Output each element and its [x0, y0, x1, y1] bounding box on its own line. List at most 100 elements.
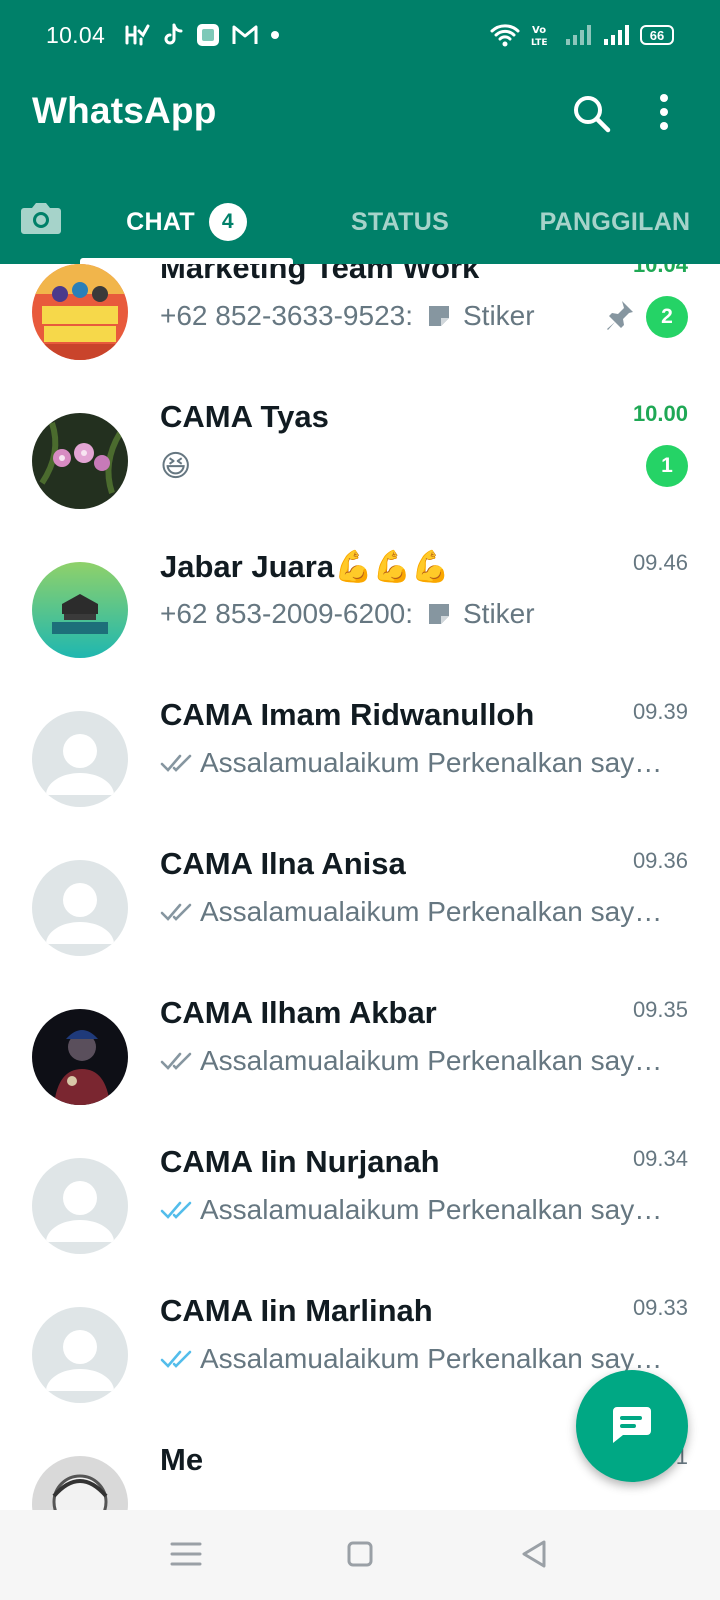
new-chat-button[interactable]: [576, 1370, 688, 1482]
preview-text: Assalamualaikum Perkenalkan saya...: [200, 747, 670, 778]
chat-time: 10.00: [632, 401, 688, 426]
chat-row[interactable]: Jabar Juara💪💪💪 09.46 +62 853-2009-6200: …: [0, 544, 720, 696]
home-icon[interactable]: [340, 1534, 380, 1574]
preview-sender: +62 853-2009-6200:: [160, 598, 413, 629]
tab-chat[interactable]: CHAT 4: [80, 180, 293, 264]
chat-name: CAMA Ilna Anisa: [160, 846, 406, 881]
avatar-image: [32, 1456, 128, 1510]
avatar-image: [32, 1009, 128, 1105]
chat-row[interactable]: CAMA Imam Ridwanulloh 09.39 Assalamualai…: [0, 693, 720, 845]
photo-avatar[interactable]: [32, 1009, 128, 1105]
default-avatar[interactable]: [32, 1158, 128, 1254]
app-icon: [197, 24, 219, 46]
flower-avatar[interactable]: [32, 413, 128, 509]
read-tick-icon: [160, 1350, 192, 1368]
more-options-button[interactable]: [654, 92, 698, 136]
chat-name: CAMA Tyas: [160, 399, 329, 434]
chat-row[interactable]: CAMA Tyas 10.00 😆 1: [0, 395, 720, 547]
chat-preview: +62 852-3633-9523: Stiker: [160, 300, 580, 332]
default-avatar-icon: [32, 860, 128, 956]
chat-time: 09.34: [632, 1146, 688, 1171]
double-tick-icon: [160, 754, 192, 772]
read-tick-icon: [160, 1201, 192, 1219]
double-tick-icon: [160, 1052, 192, 1070]
chat-preview: Assalamualaikum Perkenalkan saya...: [160, 1045, 670, 1077]
jawa-barat-edunitas-avatar[interactable]: [32, 562, 128, 658]
chat-preview: 😆: [160, 449, 670, 483]
chat-name: Marketing Team Work: [160, 264, 480, 285]
chat-preview: Assalamualaikum Perkenalkan saya...: [160, 1194, 670, 1226]
preview-text: Stiker: [463, 598, 535, 629]
tiktok-icon: [164, 23, 183, 45]
tab-chat-label: CHAT: [126, 207, 195, 236]
pin-icon: [607, 301, 633, 330]
preview-text: Assalamualaikum Perkenalkan saya...: [200, 896, 670, 927]
activity-icon: [125, 24, 150, 46]
double-tick-icon: [160, 903, 192, 921]
default-avatar-icon: [32, 711, 128, 807]
photo-avatar[interactable]: [32, 1456, 128, 1510]
default-avatar-icon: [32, 1307, 128, 1403]
chat-row[interactable]: CAMA Ilham Akbar 09.35 Assalamualaikum P…: [0, 991, 720, 1143]
back-icon[interactable]: [514, 1534, 554, 1574]
default-avatar[interactable]: [32, 860, 128, 956]
chat-time: 10.04: [632, 264, 688, 277]
chat-time: 09.36: [632, 848, 688, 873]
signal-icon: [566, 25, 591, 45]
sticker-icon: [429, 306, 449, 326]
chat-row[interactable]: CAMA Ilna Anisa 09.36 Assalamualaikum Pe…: [0, 842, 720, 994]
new-chat-icon: [613, 1407, 651, 1443]
status-time: 10.04: [46, 22, 106, 48]
chat-preview: Assalamualaikum Perkenalkan saya...: [160, 1343, 670, 1375]
preview-sender: +62 852-3633-9523:: [160, 300, 413, 331]
more-vert-icon: [660, 94, 668, 130]
signal-icon: [604, 25, 629, 45]
battery-icon: 66: [640, 25, 674, 45]
avatar-image: [32, 413, 128, 509]
system-nav-bar: [0, 1510, 720, 1600]
chat-name: Jabar Juara💪💪💪: [160, 549, 450, 584]
tab-status[interactable]: STATUS: [300, 180, 500, 264]
tab-calls-label: PANGGILAN: [539, 207, 691, 236]
chat-preview: +62 853-2009-6200: Stiker: [160, 598, 670, 630]
preview-text: Assalamualaikum Perkenalkan saya...: [200, 1045, 670, 1076]
dot-icon: [271, 31, 279, 39]
app-title: WhatsApp: [32, 90, 217, 131]
chat-name: CAMA Ilham Akbar: [160, 995, 437, 1030]
unread-badge: 1: [646, 445, 688, 487]
chat-name: Me: [160, 1442, 204, 1477]
status-bar: 10.04 Vo LTE 66: [0, 0, 720, 70]
chat-time: 09.33: [632, 1295, 688, 1320]
tab-chat-badge: 4: [208, 203, 247, 241]
laughing-emoji: 😆: [160, 450, 192, 483]
chat-row[interactable]: Marketing Team Work 10.04 +62 852-3633-9…: [0, 264, 720, 398]
chat-time: 09.46: [632, 550, 688, 575]
avatar-image: [32, 562, 128, 658]
chat-name: CAMA Iin Marlinah: [160, 1293, 433, 1328]
unread-badge: 2: [646, 296, 688, 338]
chat-row[interactable]: CAMA Iin Nurjanah 09.34 Assalamualaikum …: [0, 1140, 720, 1292]
wifi-icon: [490, 24, 520, 47]
gmail-icon: [232, 25, 258, 44]
tab-camera[interactable]: [18, 194, 64, 240]
default-avatar[interactable]: [32, 711, 128, 807]
tab-calls[interactable]: PANGGILAN: [510, 180, 720, 264]
chat-preview: Assalamualaikum Perkenalkan saya...: [160, 747, 670, 779]
group-avatar-image: [32, 264, 128, 360]
chat-preview: Assalamualaikum Perkenalkan saya...: [160, 896, 670, 928]
marketing-team-work-avatar[interactable]: [32, 264, 128, 360]
preview-text: Assalamualaikum Perkenalkan saya...: [200, 1194, 670, 1225]
menu-icon[interactable]: [166, 1534, 206, 1574]
search-button[interactable]: [570, 92, 614, 136]
tab-status-label: STATUS: [350, 207, 450, 236]
svg-text:Vo: Vo: [532, 25, 546, 36]
tab-bar: CHAT 4 STATUS PANGGILAN: [0, 180, 720, 264]
default-avatar[interactable]: [32, 1307, 128, 1403]
svg-text:LTE: LTE: [531, 38, 548, 48]
default-avatar-icon: [32, 1158, 128, 1254]
app-header: 10.04 Vo LTE 66 WhatsApp CHAT 4 STATUS P…: [0, 0, 720, 264]
camera-icon: [21, 203, 61, 234]
chat-time: 09.39: [632, 699, 688, 724]
volte-icon: Vo LTE: [531, 25, 548, 48]
chat-name: CAMA Imam Ridwanulloh: [160, 697, 535, 732]
